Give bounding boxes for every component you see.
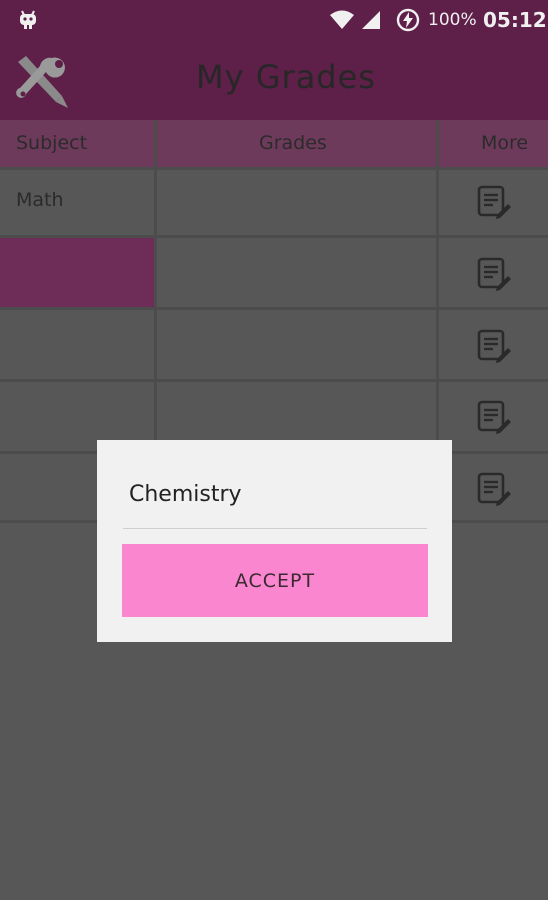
table-row[interactable] [0, 310, 548, 380]
subject-cell[interactable]: Math [16, 189, 64, 211]
signal-icon [362, 11, 380, 29]
clock: 05:12 [483, 8, 547, 32]
edit-list-icon[interactable] [477, 185, 511, 219]
wifi-icon [330, 10, 354, 29]
edit-list-icon[interactable] [477, 257, 511, 291]
charging-icon [396, 8, 420, 32]
subject-input[interactable]: Chemistry [123, 475, 427, 529]
app-bar: My Grades [0, 40, 548, 120]
edit-list-icon[interactable] [477, 329, 511, 363]
table-header: Subject Grades More [0, 120, 548, 167]
battery-percent: 100% [428, 10, 477, 30]
subject-dialog: Chemistry ACCEPT [97, 440, 452, 642]
page-title: My Grades [196, 58, 376, 96]
status-bar: 100% 05:12 [0, 0, 548, 40]
edit-list-icon[interactable] [477, 472, 511, 506]
table-row[interactable]: Math [0, 167, 548, 237]
edit-list-icon[interactable] [477, 400, 511, 434]
table-row[interactable] [0, 238, 548, 308]
header-subject: Subject [16, 132, 88, 154]
accept-button[interactable]: ACCEPT [122, 544, 428, 617]
header-more: More [481, 132, 529, 154]
android-icon [20, 10, 36, 29]
header-grades: Grades [259, 132, 327, 154]
